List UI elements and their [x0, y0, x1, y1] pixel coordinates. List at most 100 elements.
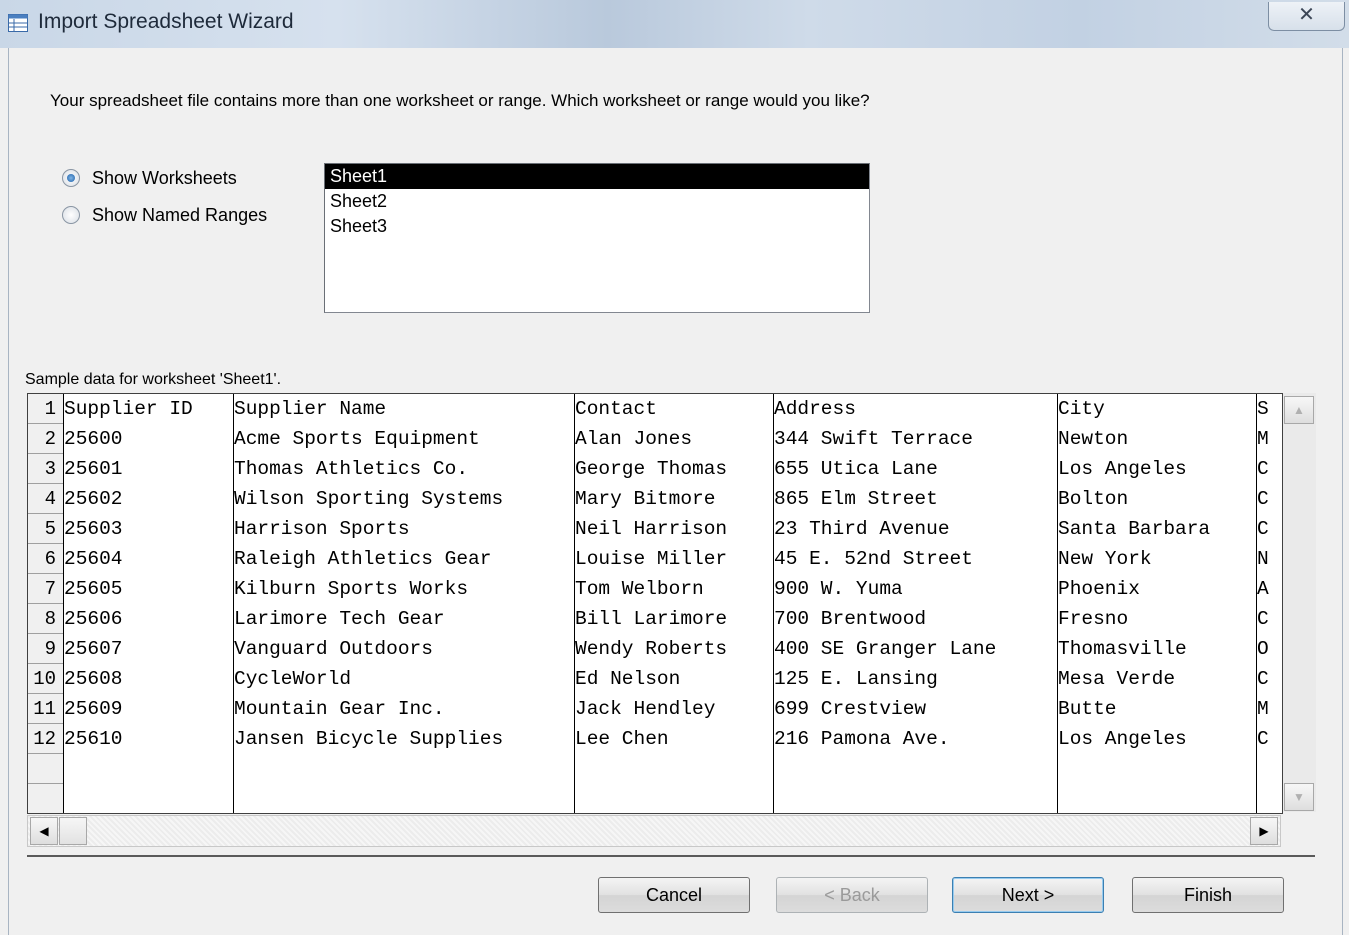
row-number[interactable]: 5 [28, 514, 63, 544]
table-cell: 25610 [64, 728, 123, 750]
table-cell: 125 E. Lansing [774, 668, 938, 690]
table-cell: Larimore Tech Gear [234, 608, 445, 630]
show-worksheets-option[interactable]: Show Worksheets [62, 166, 237, 190]
table-cell: Acme Sports Equipment [234, 428, 480, 450]
row-number[interactable] [28, 754, 63, 784]
table-cell: 655 Utica Lane [774, 458, 938, 480]
scroll-down-button[interactable]: ▼ [1284, 783, 1314, 811]
show-named-ranges-label: Show Named Ranges [92, 204, 268, 225]
table-cell: N [1257, 548, 1269, 570]
column-header-cell: Contact [575, 398, 657, 420]
table-cell: C [1257, 668, 1269, 690]
table-cell: Mary Bitmore [575, 488, 716, 510]
finish-button[interactable]: Finish [1132, 877, 1284, 913]
table-cell: C [1257, 518, 1269, 540]
row-number[interactable]: 12 [28, 724, 63, 754]
row-number[interactable]: 1 [28, 394, 63, 424]
horizontal-scrollbar[interactable]: ◀ ▶ [27, 815, 1281, 847]
show-named-ranges-radio[interactable] [62, 206, 80, 224]
table-cell: 25600 [64, 428, 123, 450]
table-cell: 25608 [64, 668, 123, 690]
table-cell: Tom Welborn [575, 578, 704, 600]
table-cell: Fresno [1058, 608, 1129, 630]
show-named-ranges-option[interactable]: Show Named Ranges [62, 203, 267, 227]
row-number[interactable]: 11 [28, 694, 63, 724]
table-cell: Harrison Sports [234, 518, 410, 540]
table-cell: 25606 [64, 608, 123, 630]
table-cell: New York [1058, 548, 1152, 570]
close-icon: ✕ [1298, 4, 1315, 26]
table-cell: Louise Miller [575, 548, 728, 570]
scroll-right-button[interactable]: ▶ [1250, 817, 1278, 845]
window-title: Import Spreadsheet Wizard [38, 10, 294, 33]
table-cell: Raleigh Athletics Gear [234, 548, 492, 570]
table-cell: 400 SE Granger Lane [774, 638, 997, 660]
table-cell: Santa Barbara [1058, 518, 1211, 540]
column-header-cell: Address [774, 398, 856, 420]
back-button[interactable]: < Back [776, 877, 928, 913]
table-cell: Jansen Bicycle Supplies [234, 728, 504, 750]
table-cell: Wilson Sporting Systems [234, 488, 504, 510]
table-cell: 699 Crestview [774, 698, 927, 720]
table-cell: 865 Elm Street [774, 488, 938, 510]
scroll-left-button[interactable]: ◀ [30, 817, 58, 845]
row-number[interactable]: 2 [28, 424, 63, 454]
close-button[interactable]: ✕ [1268, 2, 1345, 31]
table-cell: 25601 [64, 458, 123, 480]
table-cell: Lee Chen [575, 728, 669, 750]
table-cell: 700 Brentwood [774, 608, 927, 630]
scroll-up-button[interactable]: ▲ [1284, 396, 1314, 424]
divider [27, 855, 1315, 857]
table-cell: A [1257, 578, 1269, 600]
table-cell: 25609 [64, 698, 123, 720]
table-cell: Bolton [1058, 488, 1129, 510]
prompt-text: Your spreadsheet file contains more than… [50, 91, 870, 110]
table-cell: Ed Nelson [575, 668, 681, 690]
table-cell: C [1257, 608, 1269, 630]
row-number[interactable] [28, 784, 63, 813]
row-number[interactable]: 3 [28, 454, 63, 484]
table-cell: Jack Hendley [575, 698, 716, 720]
table-cell: C [1257, 728, 1269, 750]
column-header-cell: City [1058, 398, 1105, 420]
row-number[interactable]: 4 [28, 484, 63, 514]
row-number[interactable]: 7 [28, 574, 63, 604]
access-table-icon [8, 14, 28, 32]
table-cell: Newton [1058, 428, 1129, 450]
table-cell: 25602 [64, 488, 123, 510]
table-cell: 25605 [64, 578, 123, 600]
table-cell: Phoenix [1058, 578, 1140, 600]
table-cell: Thomas Athletics Co. [234, 458, 469, 480]
row-number[interactable]: 6 [28, 544, 63, 574]
table-cell: Kilburn Sports Works [234, 578, 469, 600]
table-cell: 23 Third Avenue [774, 518, 950, 540]
wizard-window: Import Spreadsheet Wizard ✕ Your spreads… [0, 0, 1349, 935]
next-button[interactable]: Next > [952, 877, 1104, 913]
cancel-button[interactable]: Cancel [598, 877, 750, 913]
row-number[interactable]: 10 [28, 664, 63, 694]
table-cell: Thomasville [1058, 638, 1187, 660]
table-cell: Los Angeles [1058, 458, 1187, 480]
table-cell: Bill Larimore [575, 608, 728, 630]
show-worksheets-radio[interactable] [62, 169, 80, 187]
row-number[interactable]: 8 [28, 604, 63, 634]
column-header-cell: Supplier ID [64, 398, 193, 420]
table-cell: 900 W. Yuma [774, 578, 903, 600]
table-cell: 25607 [64, 638, 123, 660]
table-cell: 25603 [64, 518, 123, 540]
table-cell: 25604 [64, 548, 123, 570]
table-cell: Mountain Gear Inc. [234, 698, 445, 720]
table-cell: Mesa Verde [1058, 668, 1176, 690]
table-cell: O [1257, 638, 1269, 660]
title-bar[interactable]: Import Spreadsheet Wizard ✕ [0, 0, 1349, 48]
worksheet-list[interactable]: Sheet1 Sheet2 Sheet3 [324, 163, 870, 313]
row-number[interactable]: 9 [28, 634, 63, 664]
table-cell: Butte [1058, 698, 1117, 720]
vertical-scrollbar[interactable]: ▲ ▼ [1283, 393, 1316, 812]
worksheet-item[interactable]: Sheet2 [325, 189, 869, 214]
worksheet-item[interactable]: Sheet1 [325, 164, 869, 189]
scroll-thumb[interactable] [59, 817, 87, 845]
sample-data-grid[interactable]: 1 2 3 4 5 6 7 8 9 10 11 12 Supplier ID Supplier Name C… [27, 393, 1283, 814]
worksheet-item[interactable]: Sheet3 [325, 214, 869, 239]
table-cell: Alan Jones [575, 428, 693, 450]
